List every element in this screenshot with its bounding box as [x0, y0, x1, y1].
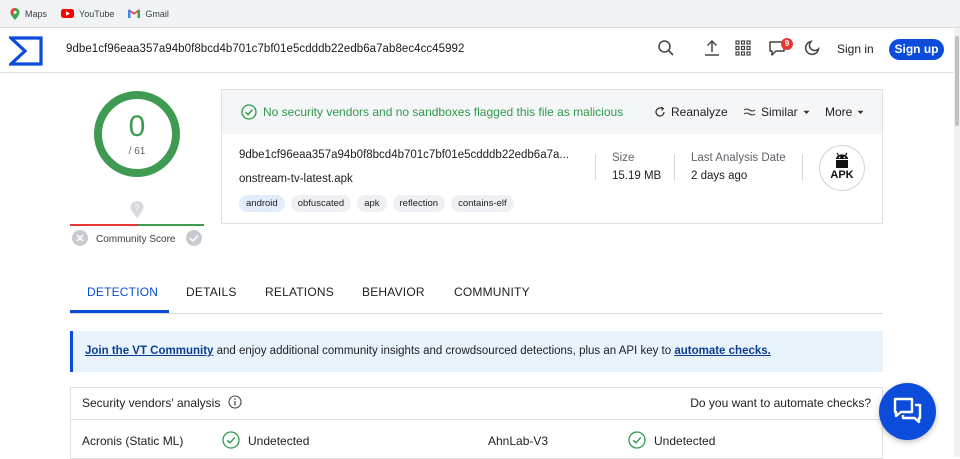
chat-bubbles-icon	[893, 397, 922, 424]
undetected-check-icon	[628, 431, 646, 449]
bookmark-maps[interactable]: Maps	[10, 7, 48, 20]
tag-chip[interactable]: android	[239, 195, 285, 212]
banner-text: Join the VT Community and enjoy addition…	[85, 345, 771, 357]
check-circle-icon	[241, 104, 257, 120]
tag-list: android obfuscated apk reflection contai…	[239, 195, 514, 212]
tag-chip[interactable]: obfuscated	[290, 195, 352, 212]
reanalyze-label: Reanalyze	[671, 105, 728, 119]
divider	[674, 154, 675, 180]
vendors-header: Security vendors' analysis Do you want t…	[70, 387, 883, 419]
tag-chip[interactable]: contains-elf	[451, 195, 514, 212]
bookmarks-bar: Maps YouTube Gmail	[0, 0, 960, 28]
community-score-positive-bar	[138, 224, 204, 226]
chevron-down-icon	[857, 110, 864, 114]
size-value: 15.19 MB	[612, 170, 662, 182]
divider	[595, 154, 596, 180]
vendor-name: Acronis (Static ML)	[82, 434, 184, 448]
tab-behavior[interactable]: BEHAVIOR	[362, 285, 425, 299]
status-bar: No security vendors and no sandboxes fla…	[222, 90, 882, 134]
file-summary-card: No security vendors and no sandboxes fla…	[221, 89, 883, 224]
bookmark-label: YouTube	[79, 8, 115, 19]
detection-count: 0	[128, 110, 146, 143]
chat-button[interactable]	[879, 383, 936, 440]
last-analysis-value: 2 days ago	[691, 170, 748, 182]
info-icon[interactable]	[228, 395, 242, 409]
apps-grid-icon[interactable]	[734, 39, 752, 57]
file-type-label: APK	[830, 169, 854, 181]
join-community-link[interactable]: Join the VT Community	[85, 345, 213, 357]
virustotal-logo-icon[interactable]	[9, 36, 43, 66]
banner-middle-text: and enjoy additional community insights …	[213, 345, 675, 357]
vendor-total: / 61	[128, 146, 146, 157]
sign-up-button[interactable]: Sign up	[889, 39, 944, 60]
community-score-label: Community Score	[96, 234, 176, 245]
file-hash[interactable]: 9dbe1cf96eaa357a94b0f8bcd4b701c7bf01e5cd…	[239, 149, 569, 161]
vendor-name: AhnLab-V3	[488, 434, 549, 448]
vendors-title: Security vendors' analysis	[82, 396, 221, 410]
file-name: onstream-tv-latest.apk	[239, 173, 353, 185]
bookmark-gmail[interactable]: Gmail	[128, 9, 169, 19]
android-icon	[836, 152, 848, 168]
refresh-icon	[655, 106, 665, 117]
last-analysis-label: Last Analysis Date	[691, 152, 786, 164]
scrollbar-thumb[interactable]	[955, 36, 959, 126]
tabs-divider	[70, 313, 883, 314]
sign-in-link[interactable]: Sign in	[837, 42, 874, 56]
vendor-row: Acronis (Static ML) Undetected AhnLab-V3…	[70, 419, 883, 459]
vendor-result: Undetected	[248, 434, 310, 448]
vendor-result: Undetected	[654, 434, 716, 448]
similar-dropdown[interactable]: Similar	[743, 105, 810, 119]
size-label: Size	[612, 152, 635, 164]
vote-malicious-icon[interactable]	[71, 229, 89, 247]
tab-community[interactable]: COMMUNITY	[454, 285, 530, 299]
tab-relations[interactable]: RELATIONS	[265, 285, 334, 299]
bookmark-label: Maps	[25, 8, 48, 19]
undetected-check-icon	[222, 431, 240, 449]
divider	[802, 154, 803, 180]
tab-detection[interactable]: DETECTION	[87, 285, 158, 299]
automate-checks-link[interactable]: automate checks.	[674, 345, 771, 357]
gmail-icon	[128, 9, 141, 18]
dark-mode-icon[interactable]	[803, 39, 821, 57]
automate-checks-prompt[interactable]: Do you want to automate checks?	[690, 396, 871, 410]
tag-chip[interactable]: apk	[357, 195, 387, 212]
similar-icon	[743, 108, 756, 116]
top-header: 9dbe1cf96eaa357a94b0f8bcd4b701c7bf01e5cd…	[0, 28, 954, 73]
bookmark-label: Gmail	[145, 8, 169, 19]
more-label: More	[825, 105, 853, 119]
community-score-negative-bar	[70, 224, 138, 226]
verdict-status: No security vendors and no sandboxes fla…	[263, 105, 624, 119]
youtube-icon	[61, 9, 75, 18]
svg-text:?: ?	[135, 204, 140, 213]
chevron-down-icon	[803, 110, 810, 114]
search-icon[interactable]	[657, 39, 675, 57]
maps-pin-icon	[10, 7, 20, 20]
reanalyze-button[interactable]: Reanalyze	[654, 105, 728, 119]
more-dropdown[interactable]: More	[825, 105, 864, 119]
community-score-marker-icon: ?	[130, 201, 144, 218]
notification-count-badge: 9	[781, 38, 793, 50]
upload-icon[interactable]	[703, 39, 721, 57]
bookmark-youtube[interactable]: YouTube	[61, 9, 114, 19]
tag-chip[interactable]: reflection	[392, 195, 446, 212]
vote-harmless-icon[interactable]	[185, 229, 203, 247]
similar-label: Similar	[761, 105, 798, 119]
search-input[interactable]: 9dbe1cf96eaa357a94b0f8bcd4b701c7bf01e5cd…	[66, 43, 464, 55]
community-banner: Join the VT Community and enjoy addition…	[70, 331, 883, 372]
tab-details[interactable]: DETAILS	[186, 285, 237, 299]
